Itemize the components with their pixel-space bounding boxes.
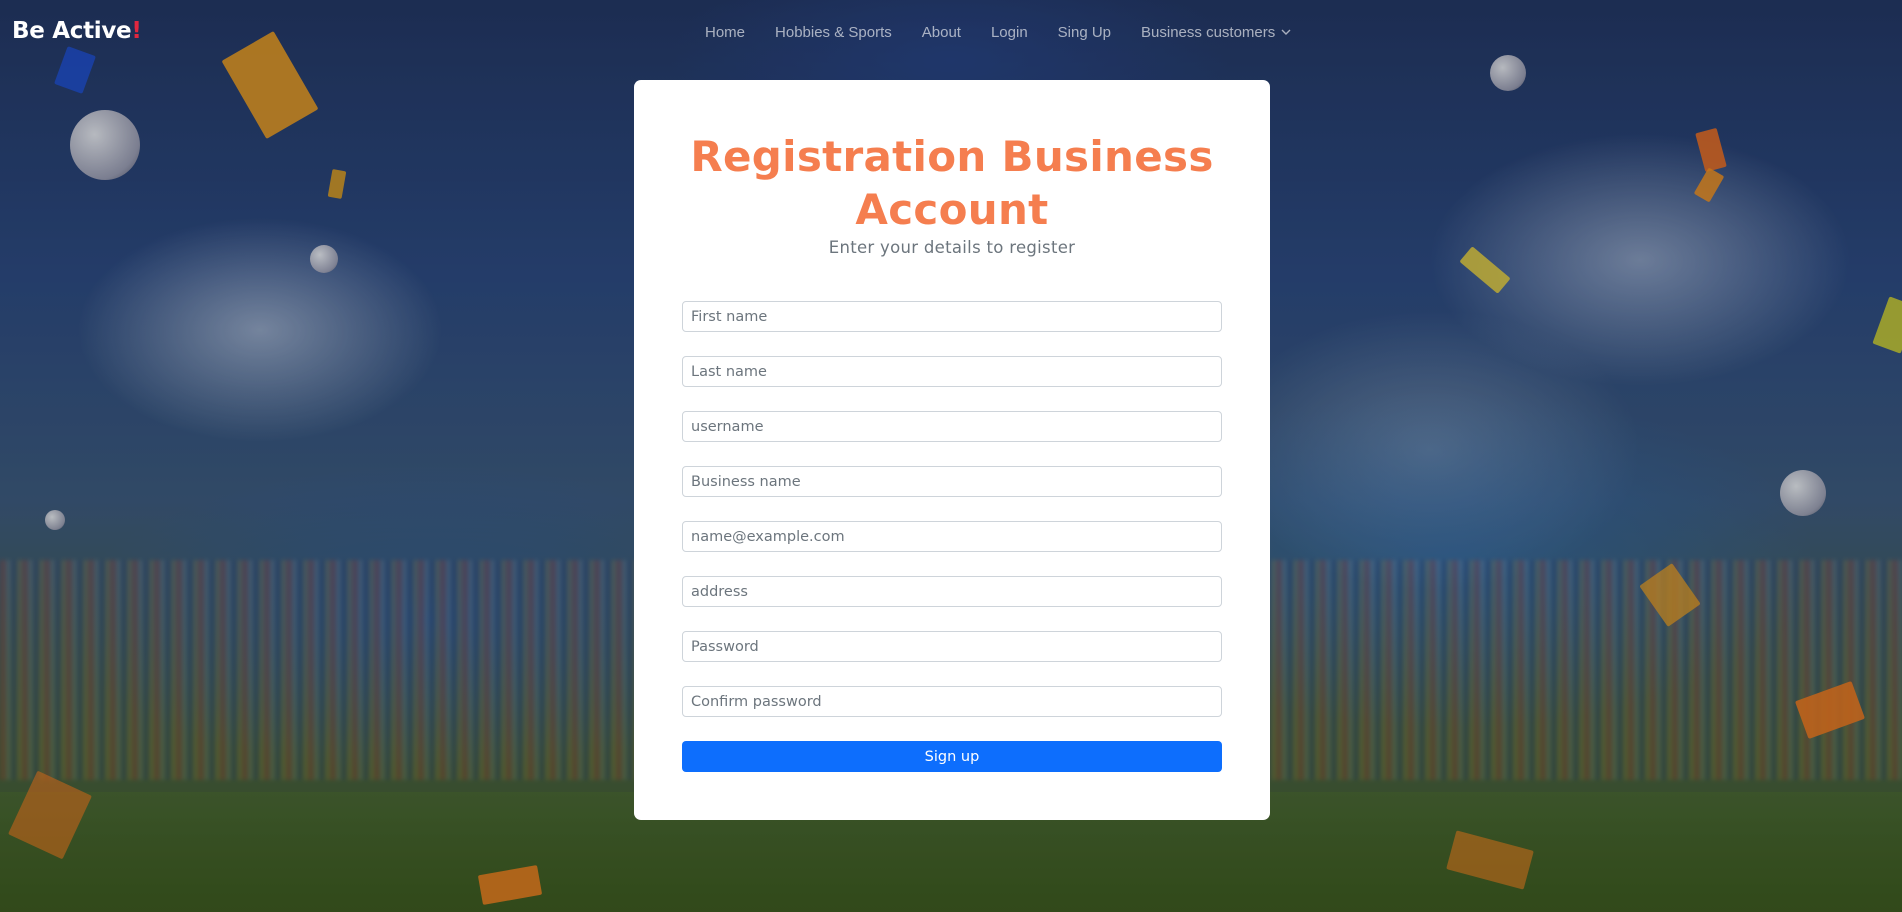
nav-hobbies-sports[interactable]: Hobbies & Sports [775, 24, 892, 41]
page-subtitle: Enter your details to register [828, 238, 1076, 257]
dropdown-label: Business customers [1141, 24, 1276, 41]
email-input[interactable] [682, 521, 1222, 552]
username-input[interactable] [682, 411, 1222, 442]
password-input[interactable] [682, 631, 1222, 662]
page-title: Registration Business Account [690, 132, 1214, 234]
nav-sign-up[interactable]: Sing Up [1058, 24, 1111, 41]
nav-home[interactable]: Home [705, 24, 745, 41]
address-input[interactable] [682, 576, 1222, 607]
nav-about[interactable]: About [922, 24, 961, 41]
registration-form: Sign up [682, 301, 1222, 772]
business-name-input[interactable] [682, 466, 1222, 497]
brand-logo[interactable]: Be Active! [12, 18, 142, 44]
last-name-input[interactable] [682, 356, 1222, 387]
registration-card: Registration Business Account Enter your… [634, 80, 1270, 820]
confirm-password-input[interactable] [682, 686, 1222, 717]
brand-name: Be Active [12, 18, 132, 44]
nav-login[interactable]: Login [991, 24, 1028, 41]
sign-up-button[interactable]: Sign up [682, 741, 1222, 772]
brand-accent: ! [131, 18, 142, 44]
chevron-down-icon [1281, 29, 1291, 35]
top-nav: Home Hobbies & Sports About Login Sing U… [705, 24, 1291, 41]
nav-business-customers-dropdown[interactable]: Business customers [1141, 24, 1291, 41]
first-name-input[interactable] [682, 301, 1222, 332]
